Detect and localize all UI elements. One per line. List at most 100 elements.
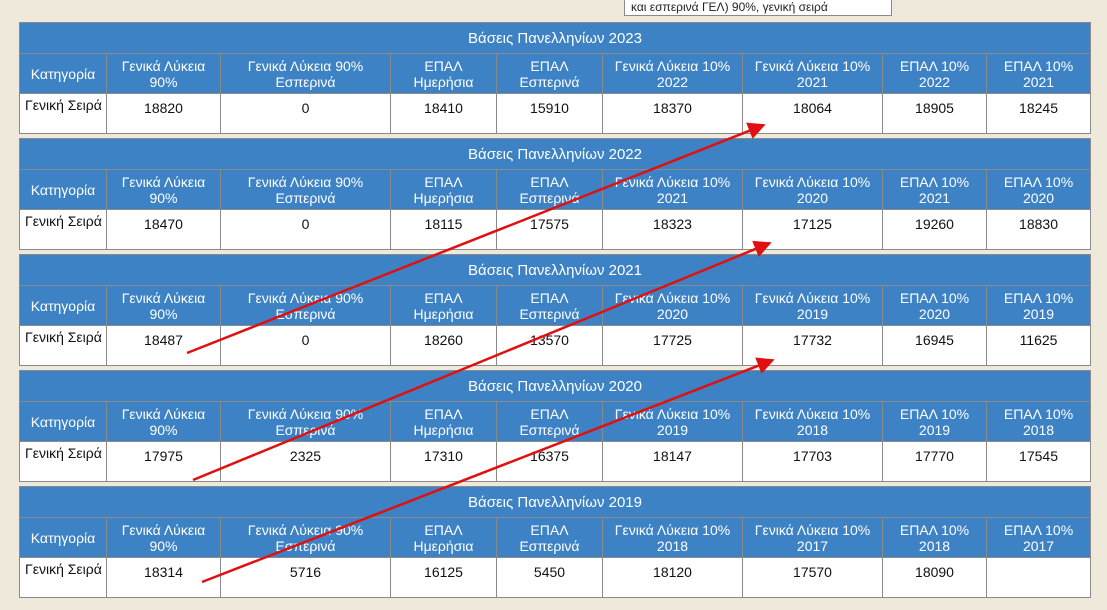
column-header: Γενικά Λύκεια 10% 2022 bbox=[602, 53, 743, 94]
table-title: Βάσεις Πανελληνίων 2023 bbox=[18, 22, 1092, 54]
value-cell: 18260 bbox=[390, 325, 497, 366]
column-header: ΕΠΑΛ 10% 2021 bbox=[882, 169, 987, 210]
basis-table: Βάσεις Πανελληνίων 2020 Κατηγορία Γενικά Λ… bbox=[18, 370, 1092, 482]
value-cell: 17570 bbox=[742, 557, 883, 598]
value-cell: 18905 bbox=[882, 93, 987, 134]
column-header: Κατηγορία bbox=[19, 169, 107, 210]
value-cell: 17545 bbox=[985, 441, 1092, 482]
column-header: Γενικά Λύκεια 90% Εσπερινά bbox=[220, 517, 391, 558]
value-cell: 17732 bbox=[742, 325, 883, 366]
column-header: Γενικά Λύκεια 90% bbox=[106, 401, 221, 442]
tooltip: και εσπερινά ΓΕΛ) 90%, γενική σειρά bbox=[624, 0, 892, 16]
column-header: Γενικά Λύκεια 90% bbox=[106, 285, 221, 326]
column-header: ΕΠΑΛ 10% 2021 bbox=[985, 53, 1092, 94]
basis-table: Βάσεις Πανελληνίων 2019 Κατηγορία Γενικά Λ… bbox=[18, 486, 1092, 598]
category-cell: Γενική Σειρά bbox=[19, 209, 107, 250]
column-header: ΕΠΑΛ Εσπερινά bbox=[496, 53, 603, 94]
category-cell: Γενική Σειρά bbox=[19, 557, 107, 598]
value-cell: 18064 bbox=[742, 93, 883, 134]
value-cell: 15910 bbox=[496, 93, 603, 134]
column-header: Γενικά Λύκεια 10% 2021 bbox=[742, 53, 883, 94]
value-cell: 16375 bbox=[496, 441, 603, 482]
column-header: Κατηγορία bbox=[19, 401, 107, 442]
value-cell: 16945 bbox=[882, 325, 987, 366]
results-tables: Βάσεις Πανελληνίων 2023 Κατηγορία Γενικά Λ… bbox=[18, 22, 1092, 598]
column-header: ΕΠΑΛ 10% 2020 bbox=[985, 169, 1092, 210]
table-title: Βάσεις Πανελληνίων 2021 bbox=[18, 254, 1092, 286]
column-header: ΕΠΑΛ 10% 2018 bbox=[882, 517, 987, 558]
value-cell: 18410 bbox=[390, 93, 497, 134]
column-header: Γενικά Λύκεια 10% 2020 bbox=[742, 169, 883, 210]
column-header: Γενικά Λύκεια 10% 2021 bbox=[602, 169, 743, 210]
column-header: ΕΠΑΛ 10% 2017 bbox=[985, 517, 1092, 558]
column-header: Γενικά Λύκεια 90% bbox=[106, 53, 221, 94]
value-cell: 19260 bbox=[882, 209, 987, 250]
category-cell: Γενική Σειρά bbox=[19, 441, 107, 482]
column-header: ΕΠΑΛ 10% 2018 bbox=[985, 401, 1092, 442]
value-cell: 17575 bbox=[496, 209, 603, 250]
value-cell: 17703 bbox=[742, 441, 883, 482]
value-cell: 18147 bbox=[602, 441, 743, 482]
table-title: Βάσεις Πανελληνίων 2019 bbox=[18, 486, 1092, 518]
category-cell: Γενική Σειρά bbox=[19, 93, 107, 134]
value-cell: 17125 bbox=[742, 209, 883, 250]
column-header: Κατηγορία bbox=[19, 517, 107, 558]
column-header: Γενικά Λύκεια 90% Εσπερινά bbox=[220, 53, 391, 94]
value-cell: 18115 bbox=[390, 209, 497, 250]
value-cell: 18820 bbox=[106, 93, 221, 134]
value-cell: 0 bbox=[220, 93, 391, 134]
column-header: ΕΠΑΛ Ημερήσια bbox=[390, 401, 497, 442]
column-header: ΕΠΑΛ 10% 2019 bbox=[882, 401, 987, 442]
value-cell: 18487 bbox=[106, 325, 221, 366]
table-row: Γενική Σειρά 17975 2325 17310 16375 18147 1770… bbox=[19, 441, 1092, 482]
basis-table: Βάσεις Πανελληνίων 2022 Κατηγορία Γενικά Λ… bbox=[18, 138, 1092, 250]
column-header: Γενικά Λύκεια 10% 2018 bbox=[602, 517, 743, 558]
column-header: ΕΠΑΛ 10% 2020 bbox=[882, 285, 987, 326]
column-header: ΕΠΑΛ Ημερήσια bbox=[390, 169, 497, 210]
value-cell: 18245 bbox=[985, 93, 1092, 134]
table-row: Γενική Σειρά 18820 0 18410 15910 18370 18064 18… bbox=[19, 93, 1092, 134]
column-header: ΕΠΑΛ Ημερήσια bbox=[390, 53, 497, 94]
value-cell: 13570 bbox=[496, 325, 603, 366]
column-header: ΕΠΑΛ Εσπερινά bbox=[496, 285, 603, 326]
value-cell: 0 bbox=[220, 325, 391, 366]
value-cell: 2325 bbox=[220, 441, 391, 482]
value-cell: 17310 bbox=[390, 441, 497, 482]
column-header: Γενικά Λύκεια 90% Εσπερινά bbox=[220, 401, 391, 442]
value-cell: 11625 bbox=[985, 325, 1092, 366]
value-cell: 18830 bbox=[985, 209, 1092, 250]
value-cell: 18090 bbox=[882, 557, 987, 598]
column-header: ΕΠΑΛ Ημερήσια bbox=[390, 517, 497, 558]
value-cell: 16125 bbox=[390, 557, 497, 598]
value-cell: 17770 bbox=[882, 441, 987, 482]
column-header: ΕΠΑΛ Εσπερινά bbox=[496, 517, 603, 558]
column-header: Γενικά Λύκεια 10% 2020 bbox=[602, 285, 743, 326]
column-header: Γενικά Λύκεια 90% bbox=[106, 169, 221, 210]
column-header: Γενικά Λύκεια 90% Εσπερινά bbox=[220, 169, 391, 210]
table-row: Γενική Σειρά 18314 5716 16125 5450 18120 17570… bbox=[19, 557, 1092, 598]
column-header: ΕΠΑΛ 10% 2019 bbox=[985, 285, 1092, 326]
value-cell: 17975 bbox=[106, 441, 221, 482]
value-cell: 18323 bbox=[602, 209, 743, 250]
column-header: ΕΠΑΛ Εσπερινά bbox=[496, 169, 603, 210]
column-header: Κατηγορία bbox=[19, 285, 107, 326]
value-cell: 18470 bbox=[106, 209, 221, 250]
table-title: Βάσεις Πανελληνίων 2022 bbox=[18, 138, 1092, 170]
value-cell: 0 bbox=[220, 209, 391, 250]
column-header: ΕΠΑΛ 10% 2022 bbox=[882, 53, 987, 94]
basis-table: Βάσεις Πανελληνίων 2023 Κατηγορία Γενικά Λ… bbox=[18, 22, 1092, 134]
column-header: ΕΠΑΛ Εσπερινά bbox=[496, 401, 603, 442]
table-title: Βάσεις Πανελληνίων 2020 bbox=[18, 370, 1092, 402]
value-cell: 18120 bbox=[602, 557, 743, 598]
value-cell: 18314 bbox=[106, 557, 221, 598]
column-header: Γενικά Λύκεια 90% bbox=[106, 517, 221, 558]
column-header: Γενικά Λύκεια 10% 2017 bbox=[742, 517, 883, 558]
column-header: Γενικά Λύκεια 10% 2019 bbox=[602, 401, 743, 442]
column-header: Γενικά Λύκεια 10% 2019 bbox=[742, 285, 883, 326]
value-cell: 5716 bbox=[220, 557, 391, 598]
value-cell: 5450 bbox=[496, 557, 603, 598]
table-row: Γενική Σειρά 18470 0 18115 17575 18323 17125 19… bbox=[19, 209, 1092, 250]
value-cell: 18370 bbox=[602, 93, 743, 134]
value-cell: 17725 bbox=[602, 325, 743, 366]
value-cell bbox=[985, 557, 1092, 598]
